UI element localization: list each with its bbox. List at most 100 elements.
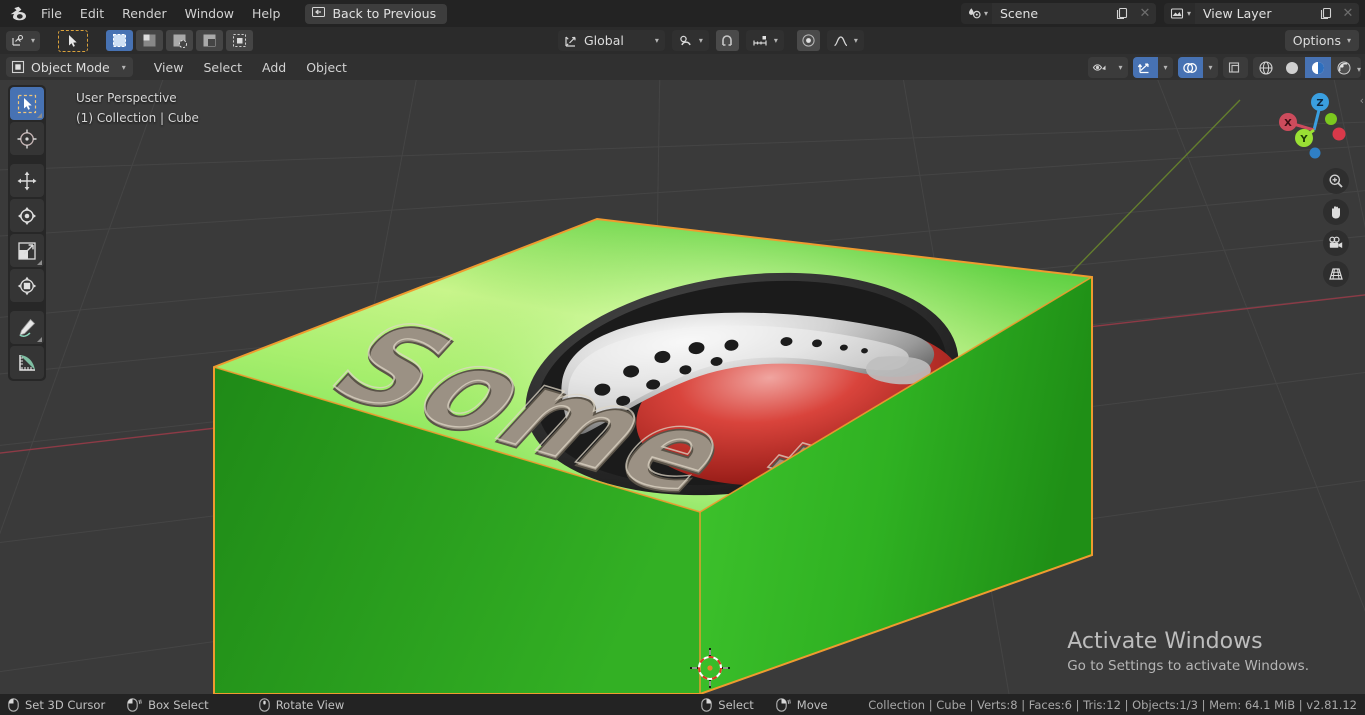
snap-to-selector[interactable]: ▾ (745, 30, 784, 51)
solid-shading-button[interactable] (1279, 57, 1305, 78)
chevron-down-icon: ▾ (853, 36, 858, 45)
status-hint-set-3d-cursor: Set 3D Cursor (8, 698, 105, 712)
select-mode-set[interactable] (106, 30, 134, 51)
magnet-icon (722, 34, 733, 46)
zoom-view-button[interactable] (1323, 168, 1349, 194)
toggle-perspective-button[interactable] (1323, 261, 1349, 287)
rotate-icon (18, 206, 36, 225)
snap-toggle-button[interactable] (715, 30, 739, 51)
proportional-falloff-selector[interactable]: ▾ (826, 30, 864, 51)
close-icon: ✕ (1139, 6, 1151, 21)
snap-increment-icon (753, 35, 767, 45)
viewport-menu-add[interactable]: Add (253, 57, 295, 78)
back-arrow-icon (312, 6, 326, 22)
menu-render[interactable]: Render (113, 3, 176, 24)
object-mode-icon (11, 60, 25, 74)
chevron-down-icon: ▾ (773, 36, 778, 45)
chevron-down-icon[interactable]: ▾ (1113, 57, 1128, 78)
chevron-down-icon: ▾ (1186, 9, 1191, 18)
scene-name[interactable]: Scene (991, 3, 1112, 24)
viewport-menu-select[interactable]: Select (194, 57, 251, 78)
scene-selector[interactable]: ▾ Scene ✕ (960, 3, 1156, 24)
tool-move[interactable] (10, 164, 44, 197)
view-layer-selector[interactable]: ▾ View Layer ✕ (1163, 3, 1359, 24)
tool-settings-bar: ▾ Global ▾ ▾ ▾ ▾ Options ▾ (0, 27, 1365, 54)
viewport-grid: Some text Some text (0, 80, 1365, 694)
select-mode-subtract[interactable] (166, 30, 194, 51)
tweak-tool-button[interactable] (58, 29, 89, 52)
svg-text:Y: Y (1299, 134, 1308, 145)
chevron-down-icon[interactable]: ▾ (1203, 57, 1218, 78)
status-hint-rotate-view: Rotate View (258, 698, 344, 712)
view-layer-icon[interactable]: ▾ (1163, 3, 1195, 24)
scene-icon[interactable]: ▾ (960, 3, 992, 24)
material-preview-shading-button[interactable] (1304, 57, 1331, 78)
view-layer-name[interactable]: View Layer (1195, 3, 1315, 24)
viewport-menu-view[interactable]: View (145, 57, 193, 78)
select-mode-group (106, 30, 254, 51)
tool-transform[interactable] (10, 269, 44, 302)
select-mode-extend[interactable] (136, 30, 164, 51)
tool-select-box[interactable] (10, 87, 44, 120)
tool-cursor[interactable] (10, 122, 44, 155)
wireframe-shading-button[interactable] (1253, 57, 1279, 78)
status-hint-label: Box Select (148, 697, 209, 712)
camera-icon (1329, 236, 1343, 248)
select-mode-invert[interactable] (196, 30, 224, 51)
interaction-mode-selector[interactable]: Object Mode ▾ (6, 57, 133, 77)
overlays-icon[interactable] (1177, 57, 1203, 78)
mouse-right-drag-icon (776, 697, 791, 712)
tool-annotate[interactable] (10, 311, 44, 344)
status-hint-move: Move (776, 698, 828, 712)
menu-help[interactable]: Help (243, 3, 290, 24)
snap-target-selector[interactable]: ▾ (671, 30, 709, 51)
transform-icon (17, 276, 37, 295)
overlays-group: ▾ (1177, 57, 1218, 78)
select-mode-intersect[interactable] (226, 30, 254, 51)
smooth-falloff-icon (834, 35, 848, 46)
pan-view-button[interactable] (1323, 199, 1349, 225)
viewport-toolbar (8, 85, 46, 381)
3d-viewport[interactable]: Some text Some text User Perspective (1)… (0, 80, 1365, 694)
viewport-nav-buttons (1323, 168, 1349, 287)
remove-view-layer-button[interactable]: ✕ (1337, 3, 1359, 24)
scene-statistics: Collection | Cube | Verts:8 | Faces:6 | … (868, 697, 1357, 712)
proportional-editing-toggle[interactable] (796, 30, 820, 51)
chevron-down-icon[interactable]: ▾ (1357, 61, 1361, 75)
blender-logo-icon[interactable] (6, 4, 32, 24)
status-hint-label: Set 3D Cursor (25, 697, 106, 712)
mouse-left-icon (8, 697, 19, 712)
tool-rotate[interactable] (10, 199, 44, 232)
visibility-eye-icon[interactable] (1088, 57, 1113, 78)
editor-type-icon (12, 34, 24, 46)
chevron-down-icon[interactable]: ▾ (1158, 57, 1173, 78)
region-toggle-arrow-icon[interactable]: ‹ (1360, 94, 1364, 107)
gizmo-axis-neg-z (1309, 147, 1321, 159)
options-dropdown[interactable]: Options ▾ (1284, 30, 1359, 51)
xray-toggle-icon[interactable] (1223, 57, 1248, 78)
viewport-header: Object Mode ▾ View Select Add Object ▾ ▾… (0, 54, 1365, 80)
new-scene-button[interactable] (1111, 3, 1134, 24)
remove-scene-button[interactable]: ✕ (1133, 3, 1156, 24)
tool-scale[interactable] (10, 234, 44, 267)
rendered-shading-button[interactable] (1331, 57, 1357, 78)
svg-text:X: X (1284, 118, 1292, 129)
new-view-layer-button[interactable] (1315, 3, 1337, 24)
navigation-gizmo[interactable]: Z X Y (1275, 86, 1353, 164)
gizmo-icon[interactable] (1132, 57, 1158, 78)
chevron-down-icon: ▾ (698, 36, 703, 45)
transform-orientation-selector[interactable]: Global ▾ (558, 30, 665, 51)
camera-view-button[interactable] (1323, 230, 1349, 256)
mouse-right-icon (701, 697, 713, 712)
top-menu-bar: File Edit Render Window Help Back to Pre… (0, 0, 1365, 27)
tool-measure[interactable] (10, 346, 44, 379)
menu-edit[interactable]: Edit (71, 3, 113, 24)
menu-window[interactable]: Window (176, 3, 243, 24)
menu-file[interactable]: File (32, 3, 71, 24)
gizmo-axis-neg-x (1332, 127, 1346, 141)
viewport-menu-object[interactable]: Object (297, 57, 356, 78)
back-to-previous-button[interactable]: Back to Previous (305, 3, 448, 24)
editor-type-selector[interactable]: ▾ (6, 30, 41, 51)
grid-perspective-icon (1329, 268, 1343, 280)
proportional-editing-icon (802, 34, 815, 47)
